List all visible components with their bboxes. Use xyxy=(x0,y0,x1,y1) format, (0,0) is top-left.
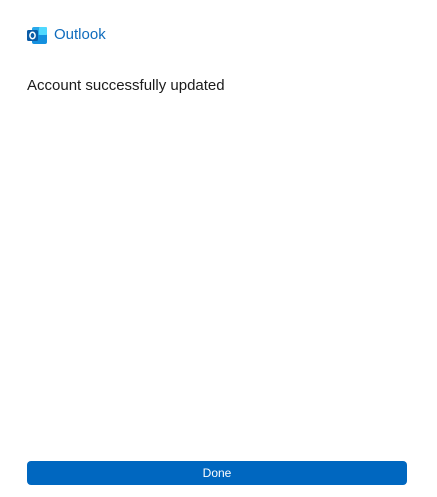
outlook-icon xyxy=(27,26,47,44)
done-button[interactable]: Done xyxy=(27,461,407,485)
app-header: Outlook xyxy=(27,25,106,45)
status-title: Account successfully updated xyxy=(27,77,225,94)
app-name: Outlook xyxy=(54,26,106,43)
